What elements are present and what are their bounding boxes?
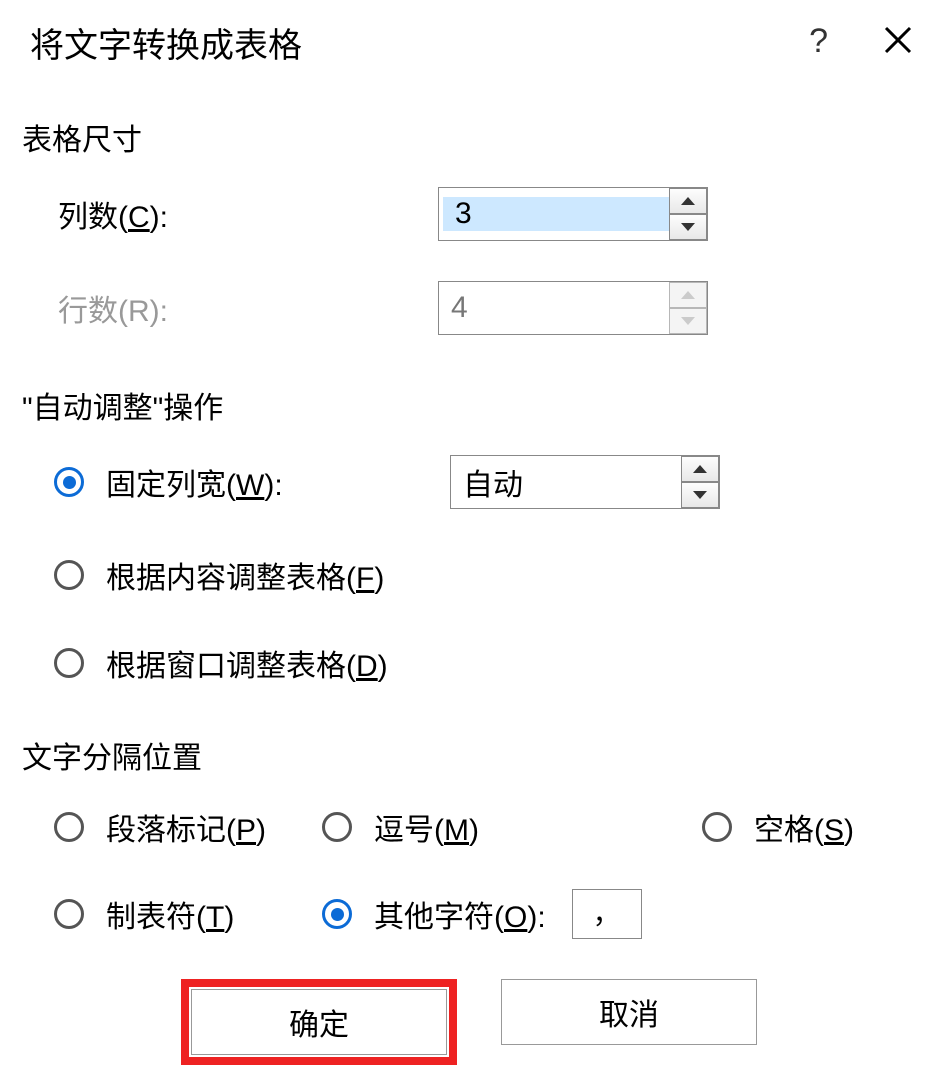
close-button[interactable]	[882, 24, 914, 62]
autofit-content-label: 根据内容调整表格(F)	[106, 553, 384, 597]
autofit-window-row[interactable]: 根据窗口调整表格(D)	[54, 641, 938, 685]
sep-tab-label: 制表符(T)	[106, 892, 234, 936]
sep-tab-radio[interactable]	[54, 899, 84, 929]
sep-comma-radio[interactable]	[322, 812, 352, 842]
help-button[interactable]: ?	[809, 24, 828, 62]
sep-other-label: 其他字符(O):	[374, 892, 546, 936]
section-separator: 文字分隔位置	[22, 733, 938, 777]
sep-space-item[interactable]: 空格(S)	[702, 805, 854, 849]
fixed-width-value[interactable]: 自动	[451, 460, 681, 504]
autofit-window-radio[interactable]	[54, 648, 84, 678]
fixed-width-decrement[interactable]	[681, 482, 719, 508]
sep-paragraph-label: 段落标记(P)	[106, 805, 266, 849]
columns-spinner[interactable]: 3	[438, 187, 708, 241]
fixed-width-label: 固定列宽(W):	[106, 460, 283, 504]
chevron-down-icon	[693, 491, 707, 499]
rows-increment	[669, 282, 707, 308]
chevron-up-icon	[693, 465, 707, 473]
other-char-input[interactable]: ，	[572, 889, 642, 939]
autofit-fixed-row: 固定列宽(W): 自动	[54, 455, 938, 509]
section-autofit: "自动调整"操作	[22, 383, 938, 427]
fixed-width-increment[interactable]	[681, 456, 719, 482]
chevron-down-icon	[681, 223, 695, 231]
ok-button-highlight: 确定	[181, 979, 457, 1065]
rows-value: 4	[439, 291, 669, 325]
sep-paragraph-item[interactable]: 段落标记(P)	[54, 805, 322, 849]
sep-space-radio[interactable]	[702, 812, 732, 842]
chevron-up-icon	[681, 291, 695, 299]
columns-increment[interactable]	[669, 188, 707, 214]
sep-tab-item[interactable]: 制表符(T)	[54, 892, 322, 936]
sep-other-radio[interactable]	[322, 899, 352, 929]
close-icon	[882, 24, 914, 56]
columns-decrement[interactable]	[669, 214, 707, 240]
chevron-down-icon	[681, 317, 695, 325]
section-table-size: 表格尺寸	[22, 115, 938, 159]
columns-label: 列数(C):	[58, 192, 438, 236]
rows-row: 行数(R): 4	[58, 281, 938, 335]
sep-other-item[interactable]: 其他字符(O): ，	[322, 889, 642, 939]
dialog-title: 将文字转换成表格	[30, 18, 302, 67]
sep-comma-item[interactable]: 逗号(M)	[322, 805, 702, 849]
rows-spinner: 4	[438, 281, 708, 335]
chevron-up-icon	[681, 197, 695, 205]
cancel-button[interactable]: 取消	[501, 979, 757, 1045]
sep-comma-label: 逗号(M)	[374, 805, 479, 849]
autofit-content-row[interactable]: 根据内容调整表格(F)	[54, 553, 938, 597]
rows-label: 行数(R):	[58, 286, 438, 330]
convert-text-to-table-dialog: 将文字转换成表格 ? 表格尺寸 列数(C): 3 行数(R): 4	[0, 0, 938, 1065]
rows-decrement	[669, 308, 707, 334]
columns-value[interactable]: 3	[443, 197, 669, 231]
autofit-content-radio[interactable]	[54, 560, 84, 590]
columns-row: 列数(C): 3	[58, 187, 938, 241]
titlebar: 将文字转换成表格 ?	[0, 0, 938, 67]
fixed-width-spinner[interactable]: 自动	[450, 455, 720, 509]
sep-space-label: 空格(S)	[754, 805, 854, 849]
sep-paragraph-radio[interactable]	[54, 812, 84, 842]
autofit-window-label: 根据窗口调整表格(D)	[106, 641, 388, 685]
fixed-width-radio[interactable]	[54, 467, 84, 497]
dialog-buttons: 确定 取消	[0, 979, 938, 1065]
ok-button[interactable]: 确定	[191, 989, 447, 1055]
